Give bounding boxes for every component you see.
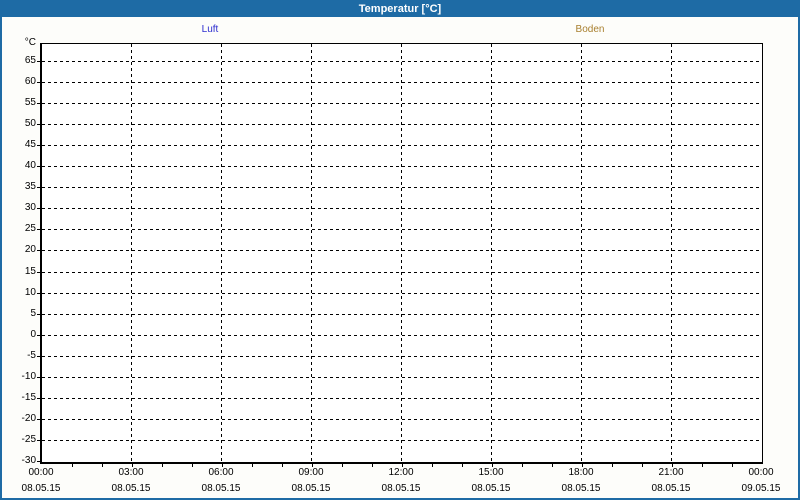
h-gridline [42, 314, 762, 315]
chart-title-bar: Temperatur [°C] [2, 2, 798, 17]
y-axis-tick [37, 208, 40, 209]
y-tick-label: 55 [24, 97, 36, 108]
legend-label-luft: Luft [201, 24, 219, 35]
y-tick-label: 25 [24, 223, 36, 234]
y-tick-label: -5 [27, 350, 36, 361]
v-gridline [581, 44, 582, 462]
y-tick-label: -15 [21, 392, 36, 403]
y-tick-label: 15 [24, 266, 36, 277]
y-tick-label: -30 [21, 455, 36, 466]
y-axis-tick [37, 145, 40, 146]
h-gridline [42, 377, 762, 378]
x-axis-date-label: 09.05.15 [741, 483, 781, 494]
y-axis-tick [37, 250, 40, 251]
y-axis-tick [37, 272, 40, 273]
x-axis-time-label: 21:00 [658, 467, 684, 478]
y-tick-label: 65 [24, 55, 36, 66]
y-tick-label: 0 [30, 329, 36, 340]
y-tick-label: 20 [24, 244, 36, 255]
y-tick-label: 50 [24, 118, 36, 129]
chart-title: Temperatur [°C] [358, 3, 442, 15]
h-gridline [42, 166, 762, 167]
x-axis-time-label: 12:00 [388, 467, 414, 478]
h-gridline [42, 103, 762, 104]
y-axis-tick [37, 356, 40, 357]
x-axis-date-label: 08.05.15 [381, 483, 421, 494]
y-axis-tick [37, 419, 40, 420]
plot-area [40, 43, 763, 464]
x-axis-time-label: 18:00 [568, 467, 594, 478]
x-axis-time-label: 06:00 [208, 467, 234, 478]
h-gridline [42, 124, 762, 125]
y-tick-label: 60 [24, 76, 36, 87]
y-axis-tick [37, 229, 40, 230]
h-gridline [42, 82, 762, 83]
y-tick-label: 35 [24, 181, 36, 192]
v-gridline [311, 44, 312, 462]
y-tick-label: -25 [21, 434, 36, 445]
h-gridline [42, 398, 762, 399]
y-axis-tick [37, 187, 40, 188]
y-axis-tick [37, 377, 40, 378]
h-gridline [42, 419, 762, 420]
y-tick-label: -10 [21, 371, 36, 382]
y-axis-tick [37, 103, 40, 104]
y-axis-tick [37, 461, 40, 462]
x-axis-time-label: 15:00 [478, 467, 504, 478]
chart-window: Temperatur [°C] Luft Boden °C 65 60 55 50 45… [0, 0, 800, 500]
h-gridline [42, 61, 762, 62]
y-tick-label: 10 [24, 287, 36, 298]
x-axis-time-label: 03:00 [118, 467, 144, 478]
x-axis-date-label: 08.05.15 [111, 483, 151, 494]
x-axis-date-label: 08.05.15 [201, 483, 241, 494]
y-tick-label: -20 [21, 413, 36, 424]
y-axis-tick [37, 166, 40, 167]
h-gridline [42, 272, 762, 273]
h-gridline [42, 187, 762, 188]
h-gridline [42, 145, 762, 146]
y-tick-label: 5 [30, 308, 36, 319]
h-gridline [42, 208, 762, 209]
x-axis-time-label: 09:00 [298, 467, 324, 478]
y-tick-label: 40 [24, 160, 36, 171]
x-axis-time-label: 00:00 [28, 467, 54, 478]
v-gridline [491, 44, 492, 462]
h-gridline [42, 250, 762, 251]
x-axis-date-label: 08.05.15 [651, 483, 691, 494]
y-axis-tick [37, 82, 40, 83]
y-axis-tick [37, 440, 40, 441]
x-axis-time-label: 00:00 [748, 467, 774, 478]
h-gridline [42, 335, 762, 336]
v-gridline [221, 44, 222, 462]
x-axis-date-label: 08.05.15 [291, 483, 331, 494]
y-tick-label: 45 [24, 139, 36, 150]
v-gridline [131, 44, 132, 462]
y-axis-tick [37, 61, 40, 62]
y-axis-tick [37, 314, 40, 315]
x-axis-date-label: 08.05.15 [561, 483, 601, 494]
legend-label-boden: Boden [575, 24, 605, 35]
y-axis-tick [37, 124, 40, 125]
x-axis-date-label: 08.05.15 [21, 483, 61, 494]
y-axis-tick [37, 293, 40, 294]
h-gridline [42, 440, 762, 441]
h-gridline [42, 293, 762, 294]
y-axis-tick [37, 398, 40, 399]
y-axis-tick [37, 335, 40, 336]
v-gridline [671, 44, 672, 462]
h-gridline [42, 229, 762, 230]
y-axis-unit-label: °C [24, 37, 36, 48]
h-gridline [42, 356, 762, 357]
x-axis-date-label: 08.05.15 [471, 483, 511, 494]
v-gridline [401, 44, 402, 462]
y-tick-label: 30 [24, 202, 36, 213]
